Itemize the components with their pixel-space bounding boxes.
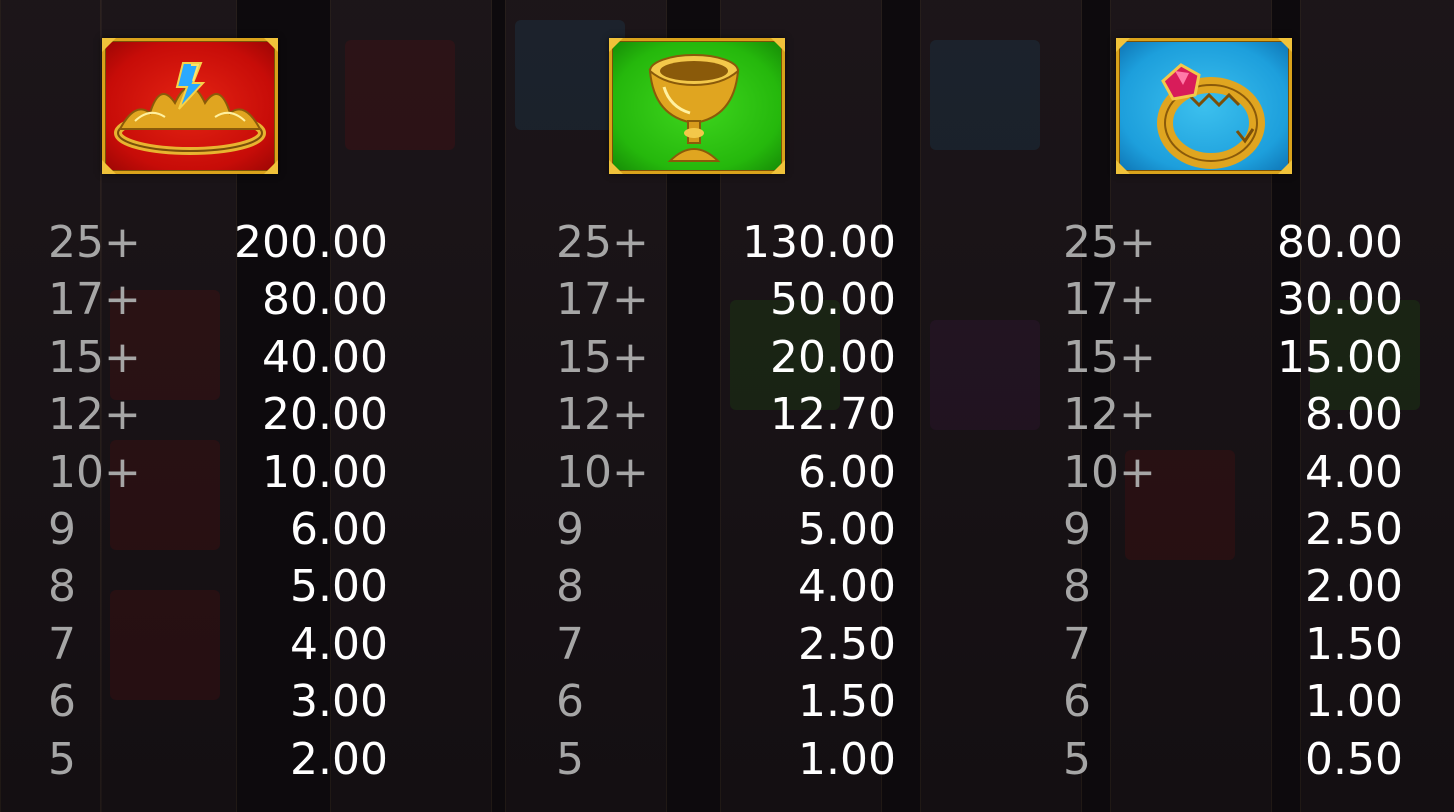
symbol-count: 9 xyxy=(48,504,76,555)
pay-row: 8 5.00 xyxy=(48,558,388,615)
payout-value: 50.00 xyxy=(770,274,896,326)
symbol-count: 15+ xyxy=(1063,331,1156,383)
symbol-count: 17+ xyxy=(48,274,141,326)
symbol-count: 10+ xyxy=(1063,446,1156,498)
pay-row: 10+ 4.00 xyxy=(1063,444,1403,501)
payout-value: 4.00 xyxy=(1305,446,1403,498)
payout-value: 0.50 xyxy=(1305,733,1403,785)
symbol-count: 9 xyxy=(1063,504,1091,555)
chalice-icon xyxy=(648,54,740,162)
paytable-column-ring: 25+ 80.00 17+ 30.00 15+ 15.00 12+ 8.00 10+ 4.00 9 2… xyxy=(1063,0,1454,812)
payout-value: 80.00 xyxy=(1277,217,1403,268)
symbol-count: 8 xyxy=(556,561,584,613)
paytable-column-crown: 25+ 200.00 17+ 80.00 15+ 40.00 12+ 20.00 10+ 10.0… xyxy=(48,0,448,812)
symbol-count: 17+ xyxy=(556,274,649,326)
symbol-count: 6 xyxy=(48,676,76,728)
symbol-count: 12+ xyxy=(48,389,141,441)
payout-value: 6.00 xyxy=(798,446,896,498)
payout-value: 80.00 xyxy=(262,274,388,326)
crown-icon xyxy=(114,62,266,155)
pay-row: 7 4.00 xyxy=(48,616,388,673)
pay-row: 9 2.50 xyxy=(1063,501,1403,558)
payout-value: 4.00 xyxy=(290,618,388,670)
pay-row: 12+ 8.00 xyxy=(1063,386,1403,443)
symbol-count: 5 xyxy=(1063,733,1091,785)
pay-row: 17+ 50.00 xyxy=(556,271,896,328)
payout-value: 2.50 xyxy=(798,618,896,670)
chalice-symbol-tile xyxy=(609,38,785,174)
symbol-count: 7 xyxy=(1063,618,1091,670)
symbol-count: 6 xyxy=(556,676,584,728)
symbol-count: 15+ xyxy=(48,331,141,383)
symbol-count: 25+ xyxy=(556,217,649,268)
pay-row: 25+ 200.00 xyxy=(48,214,388,271)
payout-value: 2.00 xyxy=(290,733,388,785)
payout-value: 4.00 xyxy=(798,561,896,613)
payout-value: 10.00 xyxy=(262,446,388,498)
pay-row: 12+ 12.70 xyxy=(556,386,896,443)
pay-row: 8 4.00 xyxy=(556,558,896,615)
symbol-count: 17+ xyxy=(1063,274,1156,326)
symbol-count: 15+ xyxy=(556,331,649,383)
symbol-count: 12+ xyxy=(556,389,649,441)
pay-row: 15+ 15.00 xyxy=(1063,329,1403,386)
symbol-count: 5 xyxy=(556,733,584,785)
crown-symbol-tile xyxy=(102,38,278,174)
payout-value: 3.00 xyxy=(290,676,388,728)
pay-row: 9 5.00 xyxy=(556,501,896,558)
symbol-count: 8 xyxy=(48,561,76,613)
pay-row: 17+ 30.00 xyxy=(1063,271,1403,328)
pay-row: 25+ 80.00 xyxy=(1063,214,1403,271)
symbol-count: 5 xyxy=(48,733,76,785)
symbol-count: 25+ xyxy=(1063,217,1156,268)
pay-row: 5 0.50 xyxy=(1063,731,1403,788)
pay-row: 12+ 20.00 xyxy=(48,386,388,443)
pay-row: 6 3.00 xyxy=(48,673,388,730)
pay-row: 15+ 20.00 xyxy=(556,329,896,386)
payout-value: 30.00 xyxy=(1277,274,1403,326)
pay-row: 6 1.00 xyxy=(1063,673,1403,730)
pay-row: 15+ 40.00 xyxy=(48,329,388,386)
payout-value: 2.00 xyxy=(1305,561,1403,613)
payout-value: 40.00 xyxy=(262,331,388,383)
symbol-count: 25+ xyxy=(48,217,141,268)
pay-row: 5 1.00 xyxy=(556,731,896,788)
payout-value: 15.00 xyxy=(1277,331,1403,383)
pay-row: 17+ 80.00 xyxy=(48,271,388,328)
pay-row: 6 1.50 xyxy=(556,673,896,730)
pay-row: 9 6.00 xyxy=(48,501,388,558)
payout-value: 1.00 xyxy=(798,733,896,785)
paytable-column-chalice: 25+ 130.00 17+ 50.00 15+ 20.00 12+ 12.70 10+ 6.00… xyxy=(556,0,956,812)
payout-value: 6.00 xyxy=(290,504,388,555)
pay-row: 5 2.00 xyxy=(48,731,388,788)
payout-value: 1.50 xyxy=(798,676,896,728)
symbol-count: 12+ xyxy=(1063,389,1156,441)
payout-value: 130.00 xyxy=(742,217,896,268)
symbol-count: 6 xyxy=(1063,676,1091,728)
ring-symbol-tile xyxy=(1116,38,1292,174)
pay-row: 7 1.50 xyxy=(1063,616,1403,673)
pay-row: 7 2.50 xyxy=(556,616,896,673)
payout-value: 200.00 xyxy=(234,217,388,268)
symbol-count: 8 xyxy=(1063,561,1091,613)
payout-value: 1.50 xyxy=(1305,618,1403,670)
pay-row: 25+ 130.00 xyxy=(556,214,896,271)
pay-row: 10+ 10.00 xyxy=(48,444,388,501)
payout-value: 5.00 xyxy=(290,561,388,613)
ring-icon xyxy=(1157,63,1265,169)
payout-value: 2.50 xyxy=(1305,504,1403,555)
symbol-count: 9 xyxy=(556,504,584,555)
pay-row: 8 2.00 xyxy=(1063,558,1403,615)
payout-value: 20.00 xyxy=(770,331,896,383)
symbol-count: 7 xyxy=(48,618,76,670)
symbol-count: 10+ xyxy=(556,446,649,498)
payout-value: 1.00 xyxy=(1305,676,1403,728)
pay-row: 10+ 6.00 xyxy=(556,444,896,501)
payout-value: 12.70 xyxy=(770,389,896,441)
symbol-count: 7 xyxy=(556,618,584,670)
payout-value: 20.00 xyxy=(262,389,388,441)
payout-value: 8.00 xyxy=(1305,389,1403,441)
payout-value: 5.00 xyxy=(798,504,896,555)
symbol-count: 10+ xyxy=(48,446,141,498)
